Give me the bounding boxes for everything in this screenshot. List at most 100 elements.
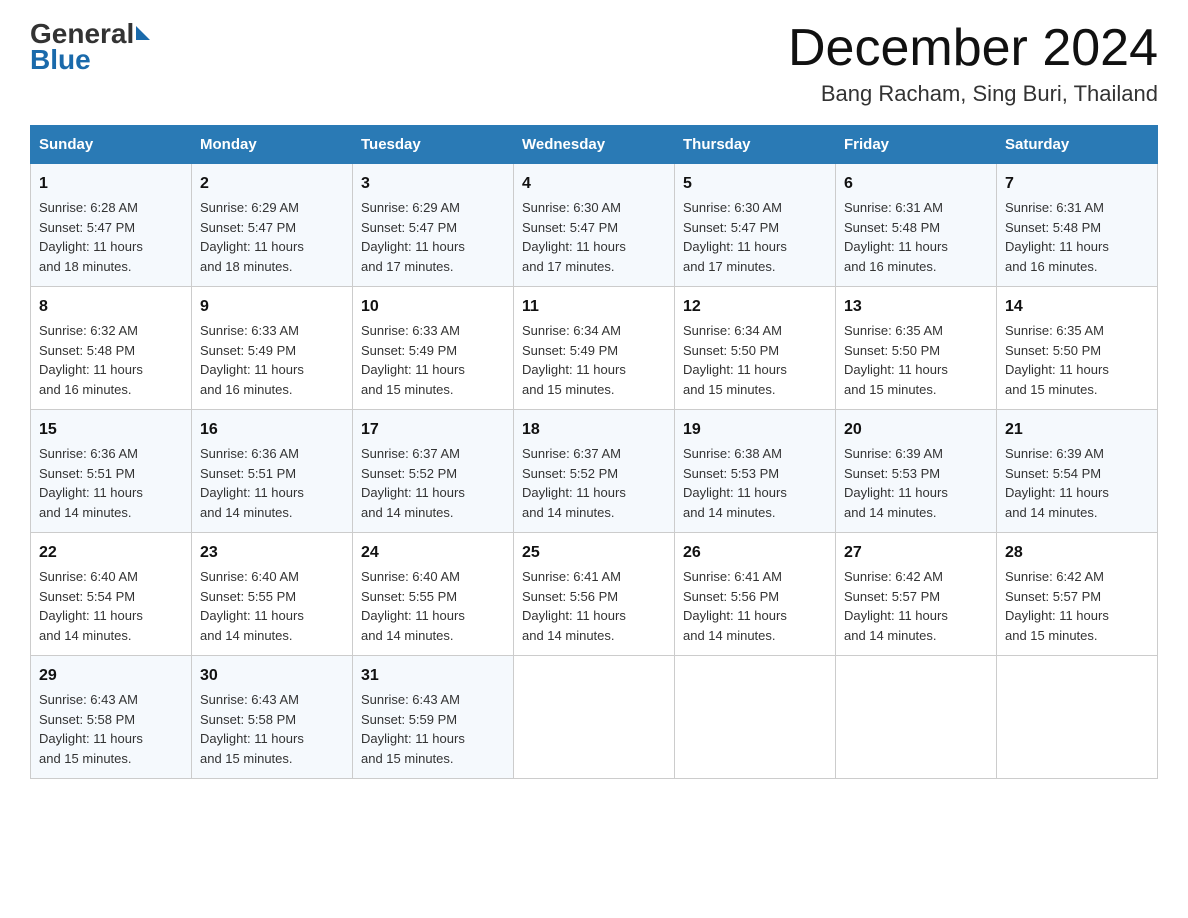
day-info: Sunrise: 6:30 AMSunset: 5:47 PMDaylight:… <box>522 198 666 276</box>
day-info: Sunrise: 6:40 AMSunset: 5:55 PMDaylight:… <box>200 567 344 645</box>
calendar-cell: 21Sunrise: 6:39 AMSunset: 5:54 PMDayligh… <box>997 410 1158 533</box>
day-info: Sunrise: 6:43 AMSunset: 5:58 PMDaylight:… <box>200 690 344 768</box>
day-info: Sunrise: 6:30 AMSunset: 5:47 PMDaylight:… <box>683 198 827 276</box>
calendar-week-row: 29Sunrise: 6:43 AMSunset: 5:58 PMDayligh… <box>31 656 1158 779</box>
calendar-body: 1Sunrise: 6:28 AMSunset: 5:47 PMDaylight… <box>31 164 1158 779</box>
location-title: Bang Racham, Sing Buri, Thailand <box>788 81 1158 107</box>
calendar-table: SundayMondayTuesdayWednesdayThursdayFrid… <box>30 125 1158 779</box>
day-number: 18 <box>522 418 666 442</box>
day-number: 6 <box>844 172 988 196</box>
day-info: Sunrise: 6:37 AMSunset: 5:52 PMDaylight:… <box>361 444 505 522</box>
title-area: December 2024 Bang Racham, Sing Buri, Th… <box>788 20 1158 107</box>
day-info: Sunrise: 6:33 AMSunset: 5:49 PMDaylight:… <box>200 321 344 399</box>
calendar-cell: 30Sunrise: 6:43 AMSunset: 5:58 PMDayligh… <box>192 656 353 779</box>
day-number: 20 <box>844 418 988 442</box>
day-number: 23 <box>200 541 344 565</box>
calendar-cell: 24Sunrise: 6:40 AMSunset: 5:55 PMDayligh… <box>353 533 514 656</box>
logo-arrow-icon <box>136 26 150 40</box>
logo-blue-text: Blue <box>30 46 91 74</box>
calendar-cell: 8Sunrise: 6:32 AMSunset: 5:48 PMDaylight… <box>31 287 192 410</box>
day-info: Sunrise: 6:39 AMSunset: 5:54 PMDaylight:… <box>1005 444 1149 522</box>
day-number: 3 <box>361 172 505 196</box>
calendar-cell: 16Sunrise: 6:36 AMSunset: 5:51 PMDayligh… <box>192 410 353 533</box>
day-number: 11 <box>522 295 666 319</box>
calendar-cell: 27Sunrise: 6:42 AMSunset: 5:57 PMDayligh… <box>836 533 997 656</box>
day-info: Sunrise: 6:43 AMSunset: 5:58 PMDaylight:… <box>39 690 183 768</box>
day-info: Sunrise: 6:32 AMSunset: 5:48 PMDaylight:… <box>39 321 183 399</box>
day-number: 12 <box>683 295 827 319</box>
day-info: Sunrise: 6:29 AMSunset: 5:47 PMDaylight:… <box>361 198 505 276</box>
day-number: 30 <box>200 664 344 688</box>
day-info: Sunrise: 6:40 AMSunset: 5:55 PMDaylight:… <box>361 567 505 645</box>
day-number: 29 <box>39 664 183 688</box>
column-header-thursday: Thursday <box>675 126 836 164</box>
day-number: 7 <box>1005 172 1149 196</box>
day-number: 24 <box>361 541 505 565</box>
calendar-cell: 31Sunrise: 6:43 AMSunset: 5:59 PMDayligh… <box>353 656 514 779</box>
day-info: Sunrise: 6:34 AMSunset: 5:49 PMDaylight:… <box>522 321 666 399</box>
calendar-week-row: 15Sunrise: 6:36 AMSunset: 5:51 PMDayligh… <box>31 410 1158 533</box>
column-header-sunday: Sunday <box>31 126 192 164</box>
calendar-cell: 15Sunrise: 6:36 AMSunset: 5:51 PMDayligh… <box>31 410 192 533</box>
day-info: Sunrise: 6:42 AMSunset: 5:57 PMDaylight:… <box>844 567 988 645</box>
day-number: 5 <box>683 172 827 196</box>
calendar-cell: 4Sunrise: 6:30 AMSunset: 5:47 PMDaylight… <box>514 164 675 287</box>
day-number: 13 <box>844 295 988 319</box>
day-info: Sunrise: 6:36 AMSunset: 5:51 PMDaylight:… <box>200 444 344 522</box>
day-number: 21 <box>1005 418 1149 442</box>
logo: General Blue <box>30 20 150 74</box>
day-number: 28 <box>1005 541 1149 565</box>
day-info: Sunrise: 6:37 AMSunset: 5:52 PMDaylight:… <box>522 444 666 522</box>
calendar-cell: 23Sunrise: 6:40 AMSunset: 5:55 PMDayligh… <box>192 533 353 656</box>
day-info: Sunrise: 6:41 AMSunset: 5:56 PMDaylight:… <box>522 567 666 645</box>
calendar-week-row: 22Sunrise: 6:40 AMSunset: 5:54 PMDayligh… <box>31 533 1158 656</box>
calendar-cell: 17Sunrise: 6:37 AMSunset: 5:52 PMDayligh… <box>353 410 514 533</box>
calendar-cell <box>675 656 836 779</box>
calendar-cell: 22Sunrise: 6:40 AMSunset: 5:54 PMDayligh… <box>31 533 192 656</box>
calendar-cell: 1Sunrise: 6:28 AMSunset: 5:47 PMDaylight… <box>31 164 192 287</box>
calendar-cell: 12Sunrise: 6:34 AMSunset: 5:50 PMDayligh… <box>675 287 836 410</box>
calendar-cell <box>997 656 1158 779</box>
calendar-cell: 14Sunrise: 6:35 AMSunset: 5:50 PMDayligh… <box>997 287 1158 410</box>
day-number: 1 <box>39 172 183 196</box>
calendar-cell <box>514 656 675 779</box>
page-header: General Blue December 2024 Bang Racham, … <box>30 20 1158 107</box>
calendar-cell: 6Sunrise: 6:31 AMSunset: 5:48 PMDaylight… <box>836 164 997 287</box>
calendar-cell <box>836 656 997 779</box>
day-number: 10 <box>361 295 505 319</box>
calendar-cell: 9Sunrise: 6:33 AMSunset: 5:49 PMDaylight… <box>192 287 353 410</box>
calendar-cell: 2Sunrise: 6:29 AMSunset: 5:47 PMDaylight… <box>192 164 353 287</box>
day-number: 26 <box>683 541 827 565</box>
calendar-week-row: 1Sunrise: 6:28 AMSunset: 5:47 PMDaylight… <box>31 164 1158 287</box>
day-number: 22 <box>39 541 183 565</box>
column-header-tuesday: Tuesday <box>353 126 514 164</box>
calendar-cell: 25Sunrise: 6:41 AMSunset: 5:56 PMDayligh… <box>514 533 675 656</box>
column-header-monday: Monday <box>192 126 353 164</box>
day-number: 27 <box>844 541 988 565</box>
column-header-friday: Friday <box>836 126 997 164</box>
day-number: 19 <box>683 418 827 442</box>
calendar-cell: 19Sunrise: 6:38 AMSunset: 5:53 PMDayligh… <box>675 410 836 533</box>
day-number: 4 <box>522 172 666 196</box>
day-info: Sunrise: 6:39 AMSunset: 5:53 PMDaylight:… <box>844 444 988 522</box>
day-info: Sunrise: 6:28 AMSunset: 5:47 PMDaylight:… <box>39 198 183 276</box>
day-number: 9 <box>200 295 344 319</box>
calendar-cell: 13Sunrise: 6:35 AMSunset: 5:50 PMDayligh… <box>836 287 997 410</box>
calendar-cell: 3Sunrise: 6:29 AMSunset: 5:47 PMDaylight… <box>353 164 514 287</box>
calendar-cell: 29Sunrise: 6:43 AMSunset: 5:58 PMDayligh… <box>31 656 192 779</box>
day-number: 14 <box>1005 295 1149 319</box>
calendar-cell: 11Sunrise: 6:34 AMSunset: 5:49 PMDayligh… <box>514 287 675 410</box>
day-info: Sunrise: 6:29 AMSunset: 5:47 PMDaylight:… <box>200 198 344 276</box>
day-info: Sunrise: 6:31 AMSunset: 5:48 PMDaylight:… <box>1005 198 1149 276</box>
day-number: 17 <box>361 418 505 442</box>
month-title: December 2024 <box>788 20 1158 77</box>
calendar-cell: 28Sunrise: 6:42 AMSunset: 5:57 PMDayligh… <box>997 533 1158 656</box>
day-info: Sunrise: 6:31 AMSunset: 5:48 PMDaylight:… <box>844 198 988 276</box>
calendar-cell: 18Sunrise: 6:37 AMSunset: 5:52 PMDayligh… <box>514 410 675 533</box>
day-number: 2 <box>200 172 344 196</box>
calendar-cell: 5Sunrise: 6:30 AMSunset: 5:47 PMDaylight… <box>675 164 836 287</box>
day-info: Sunrise: 6:41 AMSunset: 5:56 PMDaylight:… <box>683 567 827 645</box>
day-info: Sunrise: 6:36 AMSunset: 5:51 PMDaylight:… <box>39 444 183 522</box>
day-info: Sunrise: 6:40 AMSunset: 5:54 PMDaylight:… <box>39 567 183 645</box>
day-info: Sunrise: 6:33 AMSunset: 5:49 PMDaylight:… <box>361 321 505 399</box>
